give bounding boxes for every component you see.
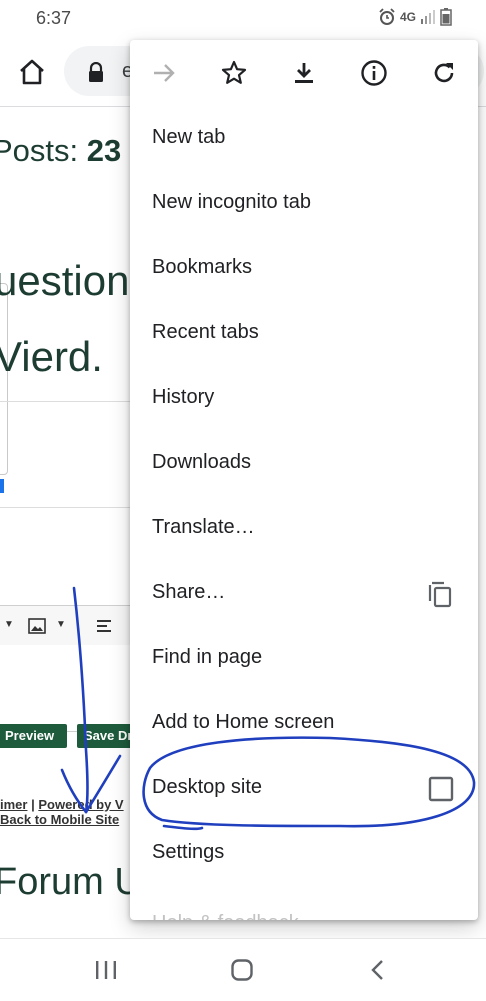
recent-apps-icon <box>96 961 116 979</box>
menu-item-label: History <box>152 386 215 408</box>
back-to-mobile-link[interactable]: Back to Mobile Site <box>0 812 119 827</box>
forward-button[interactable] <box>146 55 182 91</box>
home-button[interactable] <box>14 54 50 90</box>
dropdown-arrow-icon[interactable]: ▼ <box>56 619 66 630</box>
menu-item-translate[interactable]: Translate… <box>130 496 478 561</box>
home-icon <box>20 59 44 85</box>
menu-item-help-feedback[interactable]: Help & feedback <box>130 886 478 920</box>
download-button[interactable] <box>286 55 322 91</box>
menu-item-label: Share… <box>152 581 226 603</box>
menu-item-downloads[interactable]: Downloads <box>130 431 478 496</box>
menu-item-label: Desktop site <box>152 776 263 798</box>
signal-icon <box>421 10 435 24</box>
menu-item-add-to-home-screen[interactable]: Add to Home screen <box>130 691 478 756</box>
menu-item-label: Translate… <box>152 516 255 538</box>
menu-item-settings[interactable]: Settings <box>130 821 478 886</box>
align-icon[interactable] <box>96 619 112 633</box>
download-icon <box>295 63 313 83</box>
overflow-menu: New tab New incognito tab Bookmarks Rece… <box>130 40 478 920</box>
home-nav-icon <box>231 959 253 981</box>
copy-icon <box>428 581 452 608</box>
disclaimer-link[interactable]: imer <box>0 797 27 812</box>
home-nav-button[interactable] <box>224 955 260 985</box>
posts-label: Posts: <box>0 133 87 168</box>
alarm-icon <box>379 8 395 25</box>
battery-icon <box>440 8 452 26</box>
image-icon[interactable] <box>28 618 46 634</box>
lock-icon <box>89 62 103 82</box>
status-time: 6:37 <box>36 8 72 28</box>
menu-item-bookmarks[interactable]: Bookmarks <box>130 236 478 301</box>
menu-item-label: Settings <box>152 841 225 863</box>
page-info-button[interactable] <box>356 55 392 91</box>
menu-item-label: Recent tabs <box>152 321 259 343</box>
accent-mark <box>0 479 4 493</box>
menu-item-label: Find in page <box>152 646 263 668</box>
footer-links: imer | Powered by V Back to Mobile Site <box>0 797 124 827</box>
system-navigation-bar <box>0 938 486 1001</box>
menu-item-find-in-page[interactable]: Find in page <box>130 626 478 691</box>
powered-by-link[interactable]: Powered by V <box>38 797 123 812</box>
menu-item-label: Downloads <box>152 451 251 473</box>
posts-count: Posts: 23 <box>0 133 121 169</box>
desktop-site-checkbox[interactable] <box>426 774 456 804</box>
menu-item-label: Bookmarks <box>152 256 253 278</box>
status-icons: 4G <box>378 7 452 27</box>
post-title-line-2: Vierd. <box>0 333 103 380</box>
divider <box>0 507 140 508</box>
editor-toolbar: ▼ ▼ <box>0 605 138 647</box>
menu-item-label: Help & feedback <box>152 912 299 920</box>
menu-item-desktop-site[interactable]: Desktop site <box>130 756 478 821</box>
menu-item-recent-tabs[interactable]: Recent tabs <box>130 301 478 366</box>
menu-icon-row <box>130 40 478 106</box>
menu-item-label: New tab <box>152 126 226 148</box>
dropdown-arrow-icon[interactable]: ▼ <box>4 619 14 630</box>
menu-item-label: Add to Home screen <box>152 711 335 733</box>
network-type: 4G <box>399 10 416 24</box>
forum-heading: Forum U <box>0 861 142 903</box>
recent-apps-button[interactable] <box>88 955 124 985</box>
posts-number: 23 <box>86 133 122 168</box>
menu-item-share[interactable]: Share… <box>130 561 478 626</box>
divider <box>0 401 140 402</box>
footer-separator: | <box>27 797 39 812</box>
star-icon <box>221 60 247 84</box>
editor-textarea[interactable] <box>0 645 138 732</box>
refresh-icon <box>434 63 454 83</box>
info-icon <box>361 60 387 86</box>
back-nav-button[interactable] <box>360 955 396 985</box>
preview-button[interactable]: Preview <box>0 724 67 748</box>
post-title-line-1: uestion <box>0 257 130 304</box>
refresh-button[interactable] <box>426 55 462 91</box>
menu-item-label: New incognito tab <box>152 191 311 213</box>
menu-item-history[interactable]: History <box>130 366 478 431</box>
forward-icon <box>154 64 175 82</box>
status-bar: 6:37 4G <box>0 0 486 36</box>
menu-item-new-incognito-tab[interactable]: New incognito tab <box>130 171 478 236</box>
back-icon <box>371 960 383 980</box>
menu-item-new-tab[interactable]: New tab <box>130 106 478 171</box>
bookmark-star-button[interactable] <box>216 55 252 91</box>
